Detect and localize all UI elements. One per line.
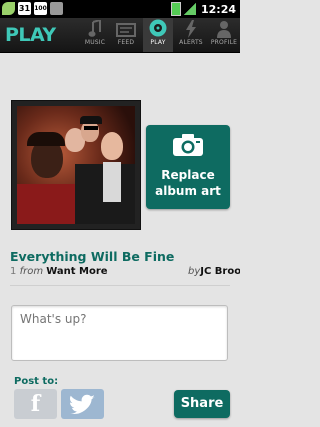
tab-play-label: PLAY [150,39,166,46]
image-icon [50,2,63,15]
album-name: Want More [46,266,108,277]
tab-alerts-label: ALERTS [179,39,203,46]
app-logo: PLAY [5,24,56,46]
tab-play[interactable]: PLAY [143,18,173,52]
hair [27,132,65,146]
status-message-input[interactable] [11,305,228,361]
leaf-icon [2,2,15,15]
tab-feed[interactable]: FEED [111,18,141,52]
figure-face [101,132,123,160]
calendar-icon: 31 [18,2,31,15]
facebook-toggle[interactable]: f [14,389,57,419]
tab-profile[interactable]: PROFILE [209,18,239,52]
artist-name: JC Broo [200,266,240,277]
signal-icon [183,3,196,15]
track-meta: 1 from Want More byJC Broo [10,266,240,280]
figure-shirt [17,184,77,224]
app-nav-bar: PLAY MUSIC FEED PLAY ALERTS PROFILE [0,18,240,53]
track-artist-info: byJC Broo [188,266,240,277]
notification-icons: 31 100 [2,2,63,15]
tab-alerts[interactable]: ALERTS [176,18,206,52]
music-note-icon [88,20,101,37]
hat [80,116,102,124]
facebook-icon: f [30,391,41,417]
track-number: 1 [10,266,17,277]
share-button[interactable]: Share [174,390,230,418]
profile-icon [217,21,231,38]
lightning-icon [186,20,196,38]
twitter-bird-icon [69,394,95,414]
status-bar: 31 100 12:24 [0,0,240,18]
feed-icon [116,23,136,37]
battery-icon [170,2,181,16]
system-icons: 12:24 [170,2,236,16]
play-disc-icon [149,19,167,37]
twitter-toggle[interactable] [61,389,104,419]
replace-label-line1: Replace [161,168,215,182]
clock: 12:24 [200,2,236,16]
from-label: from [19,266,44,277]
track-title: Everything Will Be Fine [10,249,175,264]
by-label: by [188,266,201,277]
tab-music-label: MUSIC [84,39,106,46]
album-cover-image [17,106,135,224]
figure-collar [103,162,121,202]
replace-album-art-button[interactable]: Replace album art [146,125,230,209]
post-to-label: Post to: [14,376,59,387]
replace-label-line2: album art [155,184,221,198]
camera-icon [173,134,203,156]
replace-album-art-label: Replace album art [146,167,230,199]
tab-profile-label: PROFILE [210,39,238,46]
tab-music[interactable]: MUSIC [80,18,110,52]
track-album-info: 1 from Want More [10,266,108,277]
box-icon: 100 [34,2,47,15]
album-art [11,100,141,230]
tab-feed-label: FEED [117,39,135,46]
sunglasses [84,126,98,130]
divider [10,285,230,286]
